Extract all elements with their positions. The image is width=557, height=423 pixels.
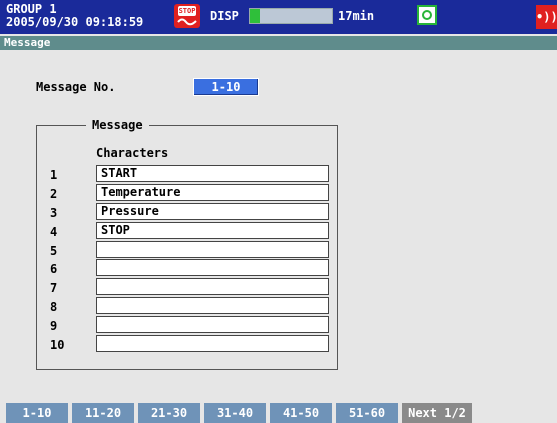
message-row-number: 2 xyxy=(50,186,58,201)
stop-icon-text: STOP xyxy=(178,6,196,16)
wave-icon xyxy=(177,18,197,26)
softkey-range[interactable]: 41-50 xyxy=(270,403,332,423)
message-text-field[interactable] xyxy=(96,240,329,258)
message-row-number: 7 xyxy=(50,281,58,296)
memory-bar-fill xyxy=(250,9,260,23)
message-row-number: 3 xyxy=(50,205,58,220)
message-text-field[interactable]: STOP xyxy=(96,221,329,239)
message-text-field[interactable] xyxy=(96,259,329,277)
message-group-legend: Message xyxy=(86,118,149,132)
cf-card-icon xyxy=(417,5,437,25)
status-bar: GROUP 1 2005/09/30 09:18:59 STOP DISP 17… xyxy=(0,0,557,34)
message-text-field[interactable] xyxy=(96,316,329,334)
softkey-bar: 1-10 11-20 21-30 31-40 41-50 51-60 Next 1/2 xyxy=(6,403,557,423)
message-text-field[interactable] xyxy=(96,297,329,315)
stop-status-icon: STOP xyxy=(174,4,200,28)
message-text-field[interactable]: Temperature xyxy=(96,183,329,201)
message-no-label: Message No. xyxy=(36,80,116,94)
message-text-field[interactable]: START xyxy=(96,165,329,182)
message-settings-panel: Message No. 1-10 Message Characters 1 STA… xyxy=(0,50,557,400)
message-text-field[interactable] xyxy=(96,335,329,353)
alarm-icon: •)) xyxy=(536,5,557,29)
memory-time: 17min xyxy=(338,9,375,23)
message-row-number: 9 xyxy=(50,319,58,334)
softkey-range[interactable]: 21-30 xyxy=(138,403,200,423)
message-row-number: 8 xyxy=(50,300,58,315)
memory-bar xyxy=(249,8,333,24)
group-info: GROUP 1 2005/09/30 09:18:59 xyxy=(6,3,143,29)
message-text-field[interactable]: Pressure xyxy=(96,202,329,220)
characters-header: Characters xyxy=(96,146,169,160)
softkey-next-page[interactable]: Next 1/2 xyxy=(402,403,472,423)
softkey-range[interactable]: 11-20 xyxy=(72,403,134,423)
datetime: 2005/09/30 09:18:59 xyxy=(6,15,144,29)
message-no-field[interactable]: 1-10 xyxy=(193,78,259,96)
disp-label: DISP xyxy=(210,9,239,23)
message-row-number: 10 xyxy=(50,338,65,353)
softkey-range[interactable]: 1-10 xyxy=(6,403,68,423)
page-title: Message xyxy=(0,36,557,50)
message-row-number: 4 xyxy=(50,224,58,239)
message-row-number: 5 xyxy=(50,243,58,258)
softkey-range[interactable]: 31-40 xyxy=(204,403,266,423)
message-row-number: 6 xyxy=(50,262,58,277)
softkey-range[interactable]: 51-60 xyxy=(336,403,398,423)
message-text-field[interactable] xyxy=(96,278,329,296)
message-row-number: 1 xyxy=(50,168,58,182)
